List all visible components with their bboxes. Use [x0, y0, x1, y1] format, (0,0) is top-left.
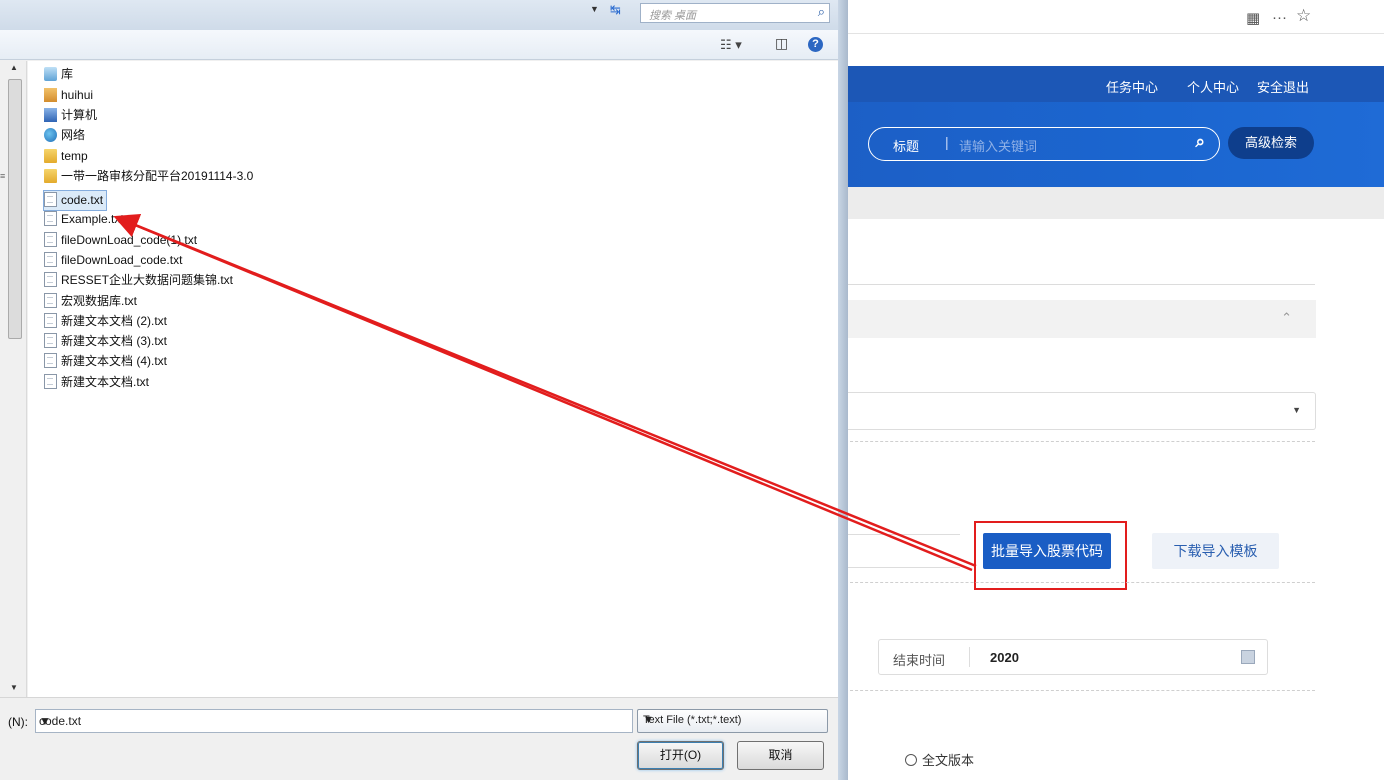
nav-personal-center[interactable]: 个人中心 [1187, 77, 1239, 96]
file-list: 库 huihui 计算机 网络 temp 一带一路审核分配平台20191114-… [28, 61, 838, 697]
text-file-icon [44, 211, 57, 226]
folder-icon [44, 169, 57, 183]
scroll-up-icon[interactable]: ▲ [10, 63, 18, 72]
stock-code-input[interactable] [840, 534, 960, 568]
download-template-button[interactable]: 下载导入模板 [1152, 533, 1279, 569]
text-file-icon [44, 293, 57, 308]
advanced-search-button[interactable]: 高级检索 [1228, 127, 1314, 159]
divider [840, 690, 1315, 691]
list-item[interactable]: 新建文本文档 (3).txt [44, 332, 167, 351]
list-item[interactable]: huihui [44, 86, 93, 105]
chevron-up-icon[interactable]: ⌃ [1281, 310, 1292, 326]
field-divider [969, 647, 970, 667]
scrollbar-thumb[interactable] [8, 79, 22, 339]
scroll-down-icon[interactable]: ▼ [10, 683, 18, 692]
star-icon[interactable]: ☆ [1296, 6, 1311, 26]
search-field-selector[interactable]: 标题 [893, 136, 919, 155]
text-file-icon [44, 333, 57, 348]
nav-logout[interactable]: 安全退出 [1257, 77, 1309, 96]
preview-pane-icon[interactable]: ◫ [775, 35, 788, 52]
list-item[interactable]: RESSET企业大数据问题集锦.txt [44, 271, 233, 290]
dialog-frame-edge [838, 0, 848, 780]
search-icon[interactable]: ⌕ [818, 4, 825, 20]
list-item[interactable]: 新建文本文档.txt [44, 373, 149, 392]
annotation-highlight-box [974, 521, 1127, 590]
list-item[interactable]: 新建文本文档 (2).txt [44, 312, 167, 331]
search-icon[interactable]: ⌕ [1195, 132, 1205, 152]
library-icon [44, 67, 57, 81]
text-file-icon [44, 353, 57, 368]
text-file-icon [44, 232, 57, 247]
search-separator: | [945, 134, 949, 150]
dialog-search-placeholder: 搜索 桌面 [649, 10, 697, 22]
address-dropdown-icon[interactable]: ▼ [590, 4, 599, 14]
navigation-scroll-pane: ▲ ≡ ▼ [0, 61, 27, 697]
site-search-box[interactable]: 标题 | 请输入关键词 ⌕ [868, 127, 1220, 161]
dropdown-select[interactable]: ▼ [840, 392, 1316, 430]
divider [840, 582, 1315, 583]
text-file-icon [44, 252, 57, 267]
text-file-icon [44, 192, 57, 207]
search-input[interactable]: 请输入关键词 [959, 136, 1037, 155]
splitter-grip-icon[interactable]: ≡ [0, 171, 5, 181]
radio-circle-icon[interactable] [905, 754, 917, 766]
chevron-down-icon[interactable]: ▼ [39, 714, 624, 728]
text-file-icon [44, 374, 57, 389]
filename-input[interactable]: code.txt ▼ [35, 709, 633, 733]
end-time-value[interactable]: 2020 [990, 650, 1019, 665]
text-file-icon [44, 313, 57, 328]
search-banner: 标题 | 请输入关键词 ⌕ 高级检索 [840, 102, 1384, 187]
fulltext-radio-label: 全文版本 [922, 753, 975, 768]
network-icon [44, 128, 57, 142]
cancel-button[interactable]: 取消 [737, 741, 824, 770]
text-file-icon [44, 272, 57, 287]
caret-down-icon: ▼ [1292, 405, 1301, 415]
list-item[interactable]: fileDownLoad_code.txt [44, 251, 182, 270]
list-item[interactable]: Example.txt [44, 210, 124, 229]
dialog-toolbar: ☷ ▾ ◫ ? [0, 30, 838, 60]
list-item[interactable]: 宏观数据库.txt [44, 292, 137, 311]
filename-label: (N): [8, 715, 28, 729]
list-item[interactable]: 库 [44, 65, 73, 84]
help-icon[interactable]: ? [808, 37, 823, 52]
qr-code-icon[interactable]: ▦ [1246, 9, 1260, 27]
site-top-nav: 任务中心 个人中心 安全退出 [840, 66, 1384, 102]
view-options-icon[interactable]: ☷ ▾ [720, 37, 742, 53]
end-time-field[interactable]: 结束时间 2020 [878, 639, 1268, 675]
list-item[interactable]: 新建文本文档 (4).txt [44, 352, 167, 371]
dialog-search-input[interactable]: 搜索 桌面 ⌕ [640, 3, 830, 23]
open-button[interactable]: 打开(O) [637, 741, 724, 770]
divider [840, 284, 1315, 285]
collapsible-section-header[interactable]: ⌃ [840, 300, 1316, 338]
breadcrumb-strip [840, 187, 1384, 219]
list-item-selected[interactable]: code.txt [43, 190, 108, 211]
divider [840, 441, 1315, 442]
folder-icon [44, 149, 57, 163]
end-time-label: 结束时间 [893, 653, 946, 668]
nav-task-center[interactable]: 任务中心 [1106, 77, 1158, 96]
list-item[interactable]: 一带一路审核分配平台20191114-3.0 [44, 167, 253, 186]
list-item[interactable]: 计算机 [44, 106, 97, 125]
more-icon[interactable]: ··· [1272, 9, 1287, 26]
fulltext-radio[interactable]: 全文版本 [905, 750, 974, 769]
computer-icon [44, 108, 57, 122]
browser-toolbar: ▦ ··· ☆ [840, 0, 1384, 34]
dialog-footer: (N): code.txt ▼ Text File (*.txt;*.text)… [0, 697, 838, 780]
list-item[interactable]: temp [44, 147, 88, 166]
user-folder-icon [44, 88, 57, 102]
file-type-select[interactable]: Text File (*.txt;*.text) ▼ [637, 709, 828, 733]
list-item[interactable]: 网络 [44, 126, 85, 145]
chevron-down-icon[interactable]: ▼ [643, 714, 820, 726]
refresh-icon[interactable]: ↹ [610, 2, 621, 18]
calendar-icon[interactable] [1241, 650, 1255, 664]
list-item[interactable]: fileDownLoad_code(1).txt [44, 231, 197, 250]
